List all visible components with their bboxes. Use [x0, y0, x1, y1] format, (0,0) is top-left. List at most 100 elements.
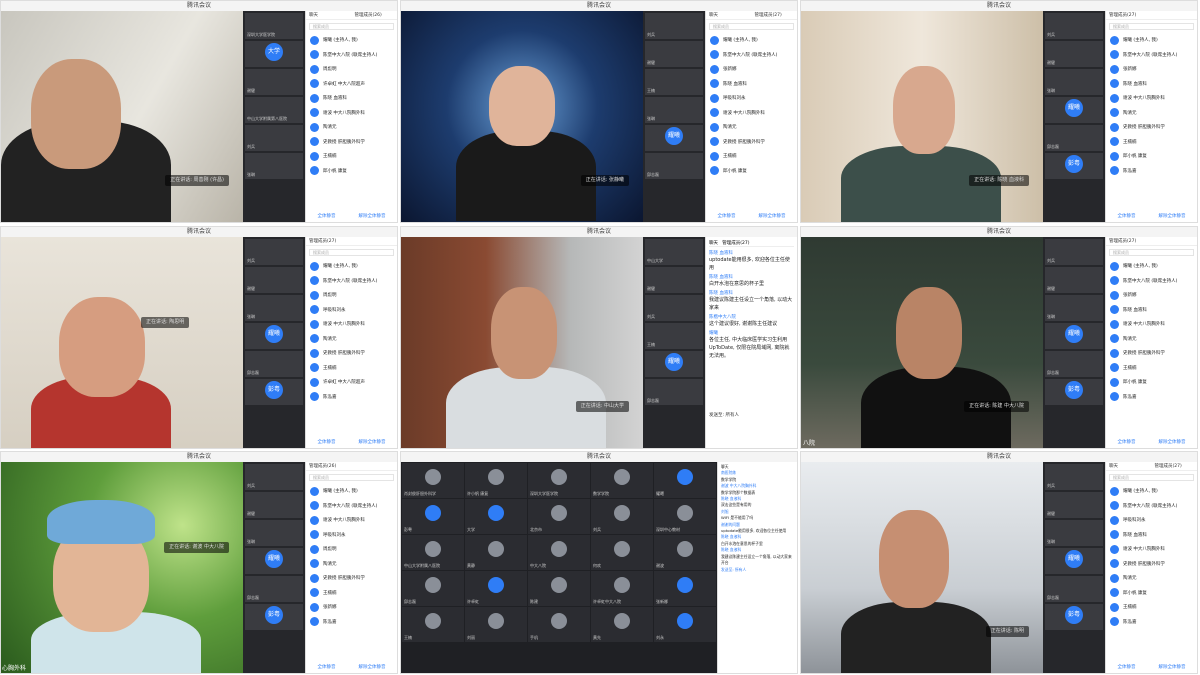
- mute-all-button[interactable]: 全体静音: [318, 213, 336, 219]
- member-search-input[interactable]: 搜索成员: [309, 23, 394, 30]
- thumbnail[interactable]: 邱志磊: [1045, 125, 1103, 151]
- member-item[interactable]: 陈泓嘉: [1106, 390, 1197, 405]
- member-item[interactable]: 耀曦 (主持人, 我): [1106, 33, 1197, 48]
- member-item[interactable]: 王楠楠: [1106, 600, 1197, 615]
- tab-members[interactable]: 管理成员(27): [752, 11, 798, 19]
- member-item[interactable]: 邱小帆 康复: [1106, 149, 1197, 164]
- gallery-tile[interactable]: 彭粤: [402, 499, 464, 534]
- member-item[interactable]: 谢波 中大八院胸外科: [1106, 91, 1197, 106]
- member-item[interactable]: 陶清元: [306, 332, 397, 347]
- thumbnail[interactable]: 深圳大学医学院: [245, 13, 303, 39]
- thumbnail[interactable]: 谢健: [245, 69, 303, 95]
- member-item[interactable]: 陈堡中大八院 (联席主持人): [1106, 499, 1197, 514]
- thumbnail[interactable]: 刘兵: [1045, 464, 1103, 490]
- tab-members[interactable]: 管理成员(27): [1106, 11, 1197, 19]
- member-item[interactable]: 陈堡中大八院 (联席主持人): [706, 48, 797, 63]
- member-item[interactable]: 史教授 肝胆胰外科学: [306, 571, 397, 586]
- gallery-tile[interactable]: 黄先: [591, 607, 653, 642]
- gallery-tile[interactable]: 何欢: [591, 535, 653, 570]
- member-item[interactable]: 许卓虹 中大八院超声: [306, 77, 397, 92]
- member-item[interactable]: 谢波 中大八院胸外科: [1106, 542, 1197, 557]
- thumbnail[interactable]: 邱志磊: [1045, 576, 1103, 602]
- thumbnail[interactable]: 谢健: [645, 41, 703, 67]
- thumbnail[interactable]: 耀曦: [245, 548, 303, 574]
- member-item[interactable]: 王楠楠: [306, 586, 397, 601]
- member-item[interactable]: 陈晓 血液科: [1106, 528, 1197, 543]
- member-item[interactable]: 呼吸科刘永: [306, 528, 397, 543]
- member-item[interactable]: 张新娜: [1106, 288, 1197, 303]
- member-item[interactable]: 王楠楠: [306, 361, 397, 376]
- member-item[interactable]: 谢波 中大八院胸外科: [306, 106, 397, 121]
- thumbnail[interactable]: 张琳: [1045, 69, 1103, 95]
- member-item[interactable]: 陈泓嘉: [306, 390, 397, 405]
- tab-members[interactable]: 管理成员(27): [306, 237, 397, 245]
- gallery-tile[interactable]: 黄静: [465, 535, 527, 570]
- thumbnail[interactable]: 张琳: [645, 97, 703, 123]
- thumbnail[interactable]: 耀曦: [1045, 323, 1103, 349]
- member-item[interactable]: 呼吸科刘永: [306, 303, 397, 318]
- mute-all-button[interactable]: 全体静音: [1118, 439, 1136, 445]
- member-item[interactable]: 陈晓 血液科: [306, 91, 397, 106]
- tab-chat[interactable]: 聊天: [706, 11, 752, 19]
- gallery-tile[interactable]: 谢波: [654, 535, 716, 570]
- member-item[interactable]: 耀曦 (主持人, 我): [1106, 259, 1197, 274]
- tab-members[interactable]: 管理成员(26): [306, 462, 397, 470]
- member-item[interactable]: 王楠楠: [1106, 135, 1197, 150]
- thumbnail[interactable]: 张琳: [245, 295, 303, 321]
- thumbnail[interactable]: 邱志磊: [1045, 351, 1103, 377]
- member-item[interactable]: 许卓虹 中大八院超声: [306, 375, 397, 390]
- member-item[interactable]: 邱小帆 康复: [706, 164, 797, 179]
- tab-members[interactable]: 管理成员(27): [722, 241, 749, 246]
- thumbnail-strip[interactable]: 刘兵 谢健 张琳 耀曦 邱志磊 彭粤: [1043, 462, 1105, 673]
- thumbnail[interactable]: 刘兵: [245, 239, 303, 265]
- unmute-all-button[interactable]: 解除全体静音: [359, 439, 386, 445]
- member-item[interactable]: 张新娜: [1106, 62, 1197, 77]
- gallery-tile[interactable]: 深圳大学医学院: [528, 463, 590, 498]
- thumbnail[interactable]: 大学: [245, 41, 303, 67]
- mute-all-button[interactable]: 全体静音: [318, 439, 336, 445]
- member-search-input[interactable]: 搜索成员: [709, 23, 794, 30]
- thumbnail[interactable]: 刘兵: [1045, 13, 1103, 39]
- thumbnail[interactable]: 王楠: [645, 323, 703, 349]
- member-item[interactable]: 呼吸科刘永: [706, 91, 797, 106]
- unmute-all-button[interactable]: 解除全体静音: [1159, 664, 1186, 670]
- member-item[interactable]: 王楠楠: [306, 149, 397, 164]
- member-item[interactable]: 谢波 中大八院胸外科: [306, 317, 397, 332]
- thumbnail[interactable]: 张琳: [1045, 520, 1103, 546]
- tab-chat[interactable]: 聊天: [1106, 462, 1152, 470]
- thumbnail[interactable]: 邱志磊: [245, 351, 303, 377]
- gallery-tile[interactable]: 许卓虹: [465, 571, 527, 606]
- member-item[interactable]: 耀曦 (主持人, 我): [1106, 484, 1197, 499]
- unmute-all-button[interactable]: 解除全体静音: [359, 664, 386, 670]
- tab-members[interactable]: 管理成员(27): [1152, 462, 1198, 470]
- thumbnail[interactable]: 谢健: [645, 267, 703, 293]
- thumbnail-strip[interactable]: 刘兵 谢健 王楠 张琳 耀曦 邱志磊: [643, 11, 705, 222]
- thumbnail-strip[interactable]: 中山大学 谢健 刘兵 王楠 耀曦 邱志磊: [643, 237, 705, 448]
- member-item[interactable]: 陈晓 血液科: [1106, 303, 1197, 318]
- member-item[interactable]: 张新娜: [306, 600, 397, 615]
- thumbnail[interactable]: 王楠: [645, 69, 703, 95]
- member-item[interactable]: 陶清元: [1106, 106, 1197, 121]
- member-item[interactable]: 王楠楠: [706, 149, 797, 164]
- thumbnail[interactable]: 耀曦: [645, 351, 703, 377]
- thumbnail-strip[interactable]: 深圳大学医学院 大学 谢健 中山大学附属第八医院 刘兵 张琳: [243, 11, 305, 222]
- member-item[interactable]: 陈晓 血液科: [706, 77, 797, 92]
- gallery-tile[interactable]: 耀曦: [654, 463, 716, 498]
- unmute-all-button[interactable]: 解除全体静音: [759, 213, 786, 219]
- member-item[interactable]: 陈堡中大八院 (联席主持人): [1106, 48, 1197, 63]
- member-item[interactable]: 邱小帆 康复: [1106, 375, 1197, 390]
- gallery-tile[interactable]: 数学学院: [591, 463, 653, 498]
- member-item[interactable]: 陈堡中大八院 (联席主持人): [306, 499, 397, 514]
- send-to-selector[interactable]: 发送至: 所有人: [709, 412, 739, 418]
- gallery-tile[interactable]: 手机: [528, 607, 590, 642]
- mute-all-button[interactable]: 全体静音: [718, 213, 736, 219]
- member-item[interactable]: 谢波 中大八院胸外科: [706, 106, 797, 121]
- member-search-input[interactable]: 搜索成员: [309, 474, 394, 481]
- thumbnail[interactable]: 刘兵: [245, 125, 303, 151]
- mute-all-button[interactable]: 全体静音: [1118, 213, 1136, 219]
- member-item[interactable]: 陶清元: [1106, 332, 1197, 347]
- thumbnail-strip[interactable]: 刘兵 谢健 张琳 耀曦 邱志磊 彭粤: [243, 462, 305, 673]
- thumbnail[interactable]: 彭粤: [1045, 604, 1103, 630]
- thumbnail[interactable]: 中山大学: [645, 239, 703, 265]
- thumbnail[interactable]: 耀曦: [245, 323, 303, 349]
